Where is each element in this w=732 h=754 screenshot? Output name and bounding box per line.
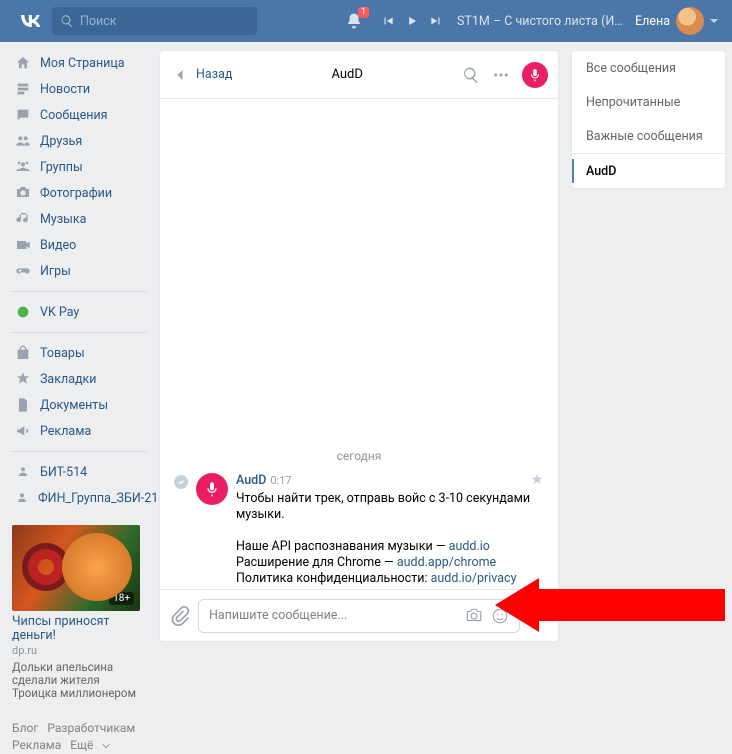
search-icon <box>60 14 74 28</box>
groups-icon <box>15 159 31 175</box>
home-icon <box>15 55 31 71</box>
camera-icon <box>15 185 31 201</box>
player-controls: ST1M – С чистого листа (Из к/ф «... <box>381 14 627 29</box>
username: Елена <box>635 14 670 29</box>
conversation-filter: Все сообщения Непрочитанные Важные сообщ… <box>571 50 726 189</box>
read-indicator <box>174 475 188 489</box>
friends-icon <box>15 133 31 149</box>
back-button[interactable]: Назад <box>170 65 232 85</box>
ad-domain: dp.ru <box>12 644 140 657</box>
link-privacy[interactable]: audd.io/privacy <box>431 571 517 586</box>
doc-icon <box>15 397 31 413</box>
filter-audd[interactable]: AudD <box>572 154 725 188</box>
voice-message-button[interactable] <box>528 606 548 626</box>
current-track[interactable]: ST1M – С чистого листа (Из к/ф «... <box>457 14 627 29</box>
nav-music[interactable]: Музыка <box>12 206 147 232</box>
ad-block[interactable]: 18+ Чипсы приносят деньги! dp.ru Дольки … <box>12 525 140 700</box>
filter-unread[interactable]: Непрочитанные <box>572 85 725 119</box>
vkpay-icon <box>15 304 31 320</box>
nav-messages[interactable]: Сообщения <box>12 102 147 128</box>
play-icon[interactable] <box>405 14 419 28</box>
avatar <box>676 7 704 35</box>
emoji-icon[interactable] <box>491 607 509 625</box>
nav-market[interactable]: Товары <box>12 340 147 366</box>
chevron-down-icon <box>102 742 110 750</box>
nav-bookmarks[interactable]: Закладки <box>12 366 147 392</box>
link-auddio[interactable]: audd.io <box>449 539 490 554</box>
vk-logo[interactable] <box>16 7 44 35</box>
mic-icon <box>204 481 220 497</box>
chat-body[interactable]: сегодня AudD 0:17 Чтобы найти трек, отпра… <box>160 99 558 589</box>
user-menu[interactable]: Елена <box>635 7 718 35</box>
date-separator: сегодня <box>174 449 544 463</box>
message-row: AudD 0:17 Чтобы найти трек, отправь войс … <box>174 473 544 589</box>
star-icon <box>15 371 31 387</box>
video-icon <box>15 237 31 253</box>
chevron-down-icon <box>710 19 718 27</box>
message-text: Чтобы найти трек, отправь войс с 3-10 се… <box>236 491 544 589</box>
search-input[interactable] <box>80 14 230 29</box>
nav-docs[interactable]: Документы <box>12 392 147 418</box>
nav-groups[interactable]: Группы <box>12 154 147 180</box>
sender-name[interactable]: AudD <box>236 473 266 488</box>
groups-icon <box>14 490 30 506</box>
groups-icon <box>15 464 31 480</box>
filter-important[interactable]: Важные сообщения <box>572 119 725 153</box>
search-icon[interactable] <box>462 66 480 84</box>
top-header: 1 ST1M – С чистого листа (Из к/ф «... Ел… <box>0 0 732 42</box>
audd-avatar[interactable] <box>522 62 548 88</box>
prev-track-icon[interactable] <box>381 14 395 28</box>
bag-icon <box>15 345 31 361</box>
camera-icon[interactable] <box>465 607 483 625</box>
megaphone-icon <box>15 423 31 439</box>
message-input[interactable] <box>209 608 457 623</box>
link-chrome[interactable]: audd.app/chrome <box>397 555 496 570</box>
chevron-left-icon <box>170 65 190 85</box>
notification-badge: 1 <box>358 7 369 18</box>
chat-header: Назад AudD <box>160 51 558 99</box>
nav-video[interactable]: Видео <box>12 232 147 258</box>
sender-avatar[interactable] <box>196 473 228 505</box>
chat-panel: Назад AudD сегодня AudD 0:17 Чтобы найти … <box>159 50 559 642</box>
nav-news[interactable]: Новости <box>12 76 147 102</box>
nav-friends[interactable]: Друзья <box>12 128 147 154</box>
nav-ads[interactable]: Реклама <box>12 418 147 444</box>
message-input-field[interactable] <box>198 599 520 633</box>
left-nav: Моя Страница Новости Сообщения Друзья Гр… <box>12 50 147 754</box>
filter-all[interactable]: Все сообщения <box>572 51 725 85</box>
ad-title: Чипсы приносят деньги! <box>12 615 140 643</box>
nav-my-page[interactable]: Моя Страница <box>12 50 147 76</box>
message-time: 0:17 <box>270 474 291 487</box>
music-icon <box>15 211 31 227</box>
attach-button[interactable] <box>170 606 190 626</box>
ad-desc: Дольки апельсина сделали жителя Троицка … <box>12 661 140 700</box>
chat-input-row <box>160 589 558 641</box>
footer-more[interactable]: Ещё <box>70 737 110 754</box>
news-icon <box>15 81 31 97</box>
ad-age-badge: 18+ <box>109 592 134 605</box>
footer-blog[interactable]: Блог <box>12 721 38 735</box>
message-icon <box>15 107 31 123</box>
star-message[interactable] <box>530 473 544 487</box>
notifications-icon[interactable]: 1 <box>345 12 363 30</box>
search-box[interactable] <box>52 7 257 35</box>
ad-image: 18+ <box>12 525 140 611</box>
nav-vkpay[interactable]: VK Pay <box>12 299 147 325</box>
footer-ads[interactable]: Реклама <box>12 738 61 752</box>
nav-group-bit514[interactable]: БИТ-514 <box>12 459 147 485</box>
nav-group-fin[interactable]: ФИН_Группа_ЗБИ-21 <box>12 485 147 511</box>
footer-devs[interactable]: Разработчикам <box>47 721 135 735</box>
chat-title: AudD <box>238 67 456 82</box>
nav-photos[interactable]: Фотографии <box>12 180 147 206</box>
nav-games[interactable]: Игры <box>12 258 147 284</box>
mic-icon <box>528 68 542 82</box>
next-track-icon[interactable] <box>429 14 443 28</box>
more-icon[interactable] <box>492 66 510 84</box>
games-icon <box>15 263 31 279</box>
footer-links: Блог Разработчикам Реклама Ещё <box>12 720 147 754</box>
